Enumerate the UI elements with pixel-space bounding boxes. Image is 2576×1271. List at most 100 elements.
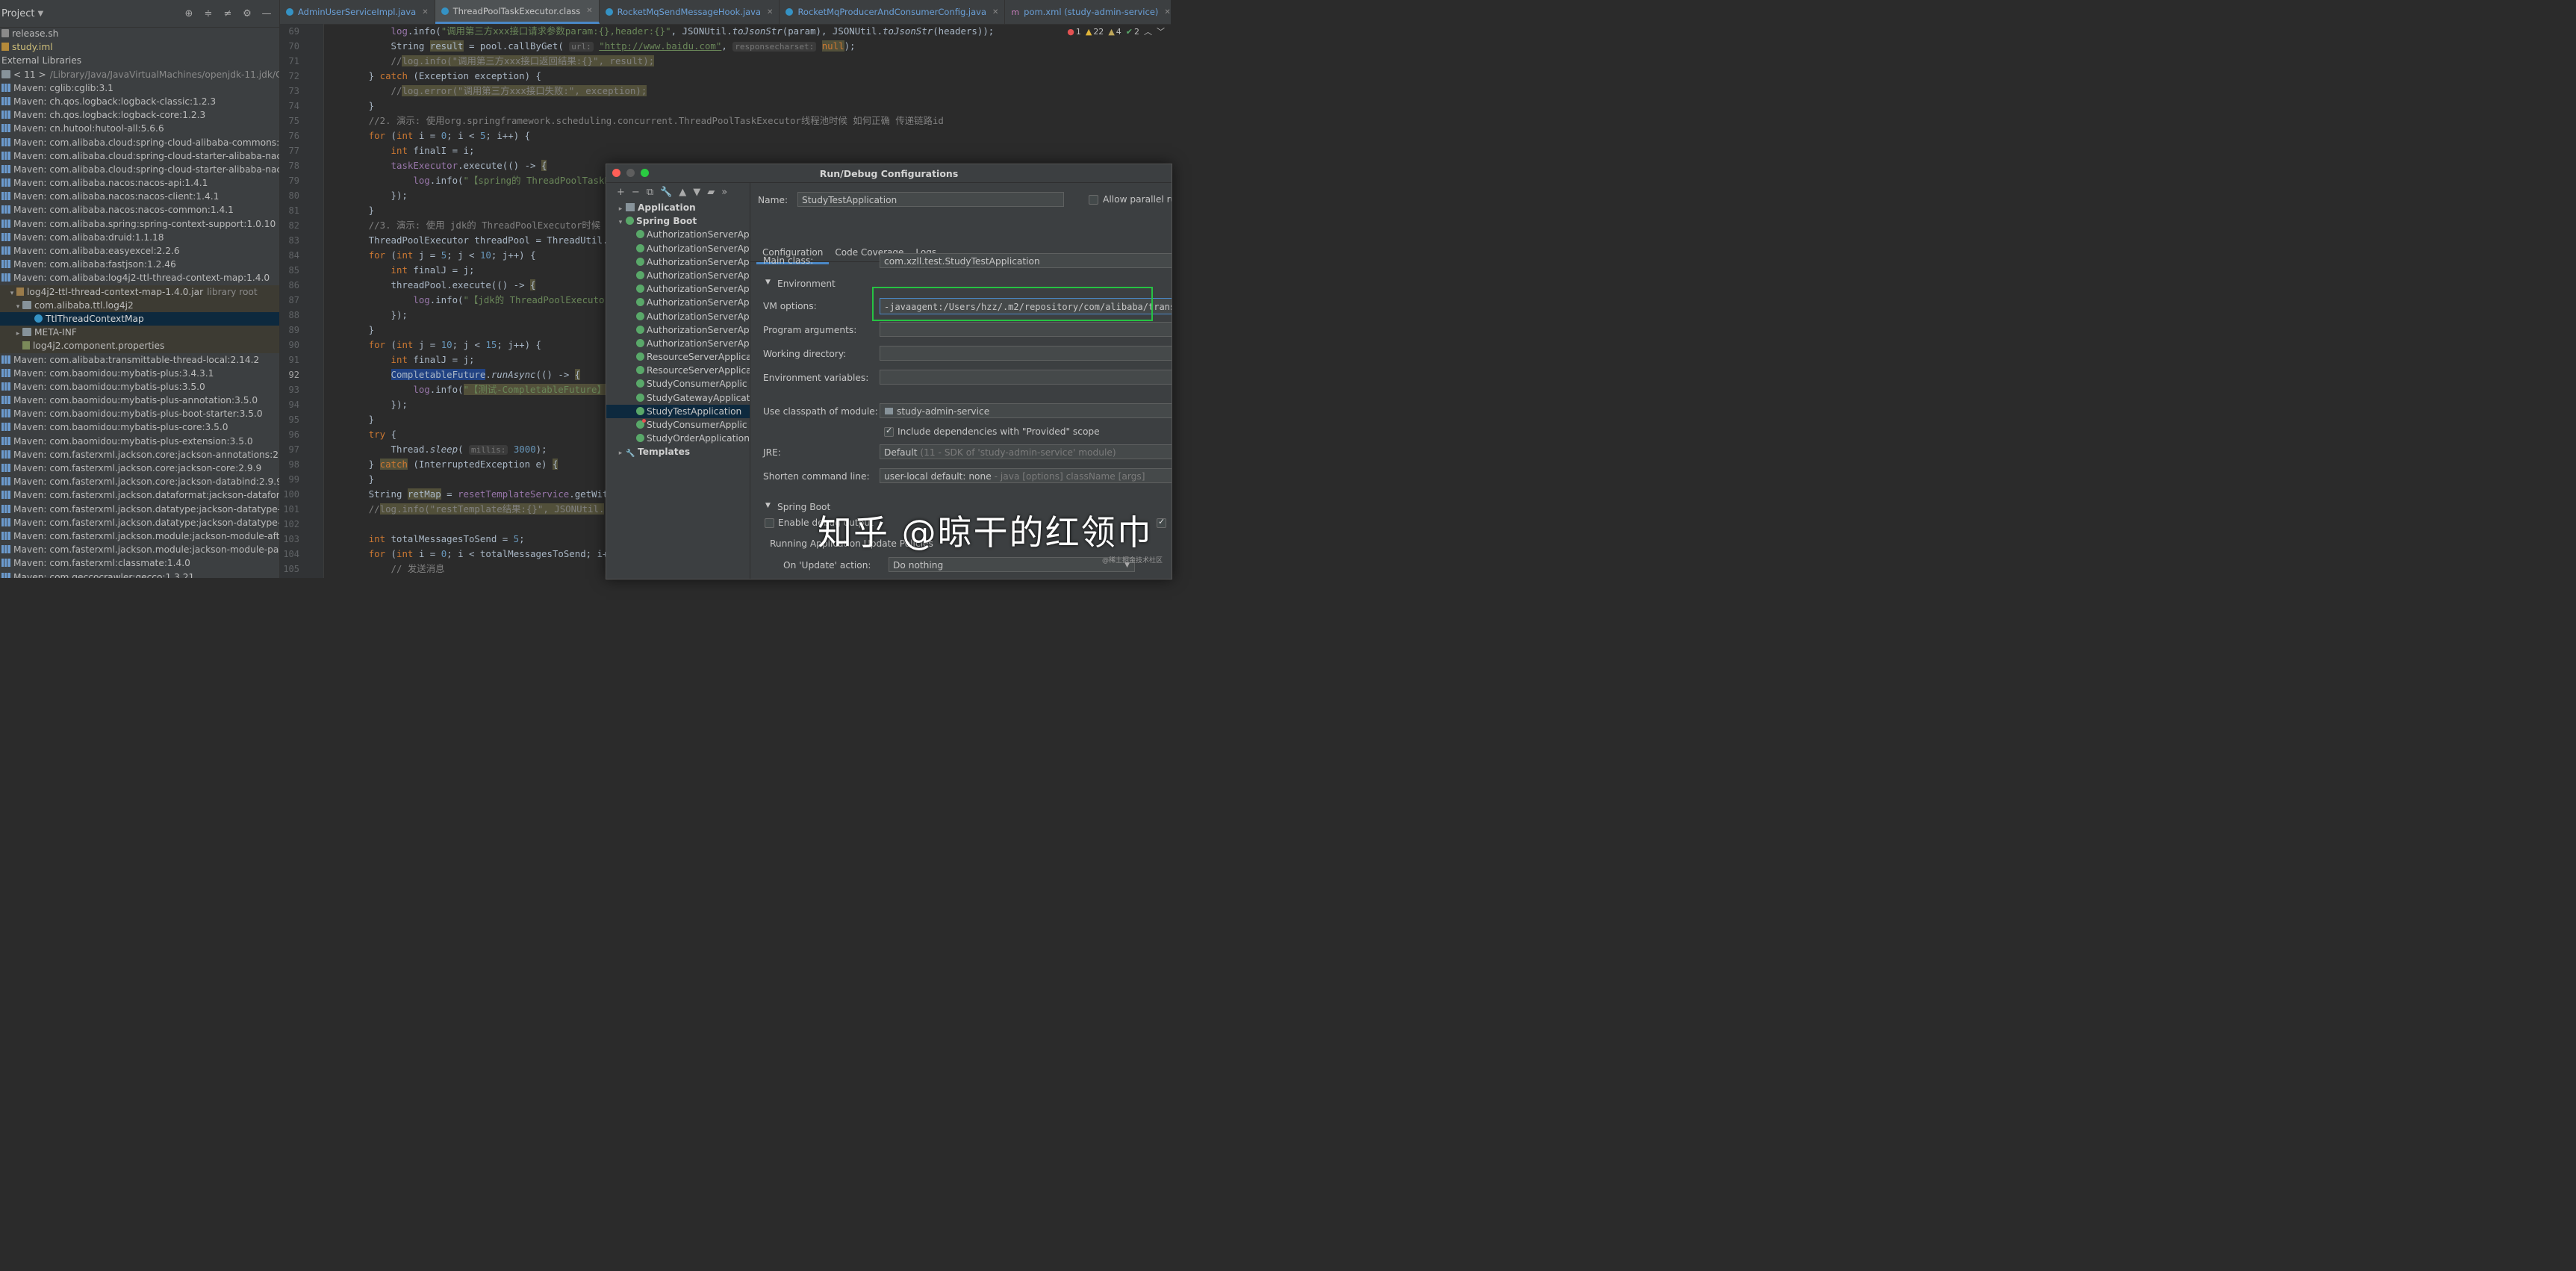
tree-item[interactable]: Maven: com.baomidou:mybatis-plus-boot-st… (0, 407, 279, 420)
launch-optimization-checkbox[interactable] (1157, 517, 1166, 528)
code-line[interactable]: ThreadPoolExecutor threadPool = ThreadUt… (324, 233, 609, 248)
run-config-item[interactable]: AuthorizationServerAp (606, 255, 750, 269)
code-line[interactable]: taskExecutor.execute(() -> { (324, 158, 547, 173)
tree-item[interactable]: Maven: com.fasterxml.jackson.datatype:ja… (0, 503, 279, 516)
tree-item[interactable]: Maven: com.geccocrawler:gecco:1.3.21 (0, 571, 279, 578)
code-line[interactable]: for (int i = 0; i < totalMessagesToSend;… (324, 547, 614, 562)
code-line[interactable]: //log.info("调用第三方xxx接口返回结果:{}", result); (324, 54, 655, 69)
zoom-window-button[interactable] (641, 169, 649, 177)
run-config-item[interactable]: AuthorizationServerAp (606, 269, 750, 282)
tree-item[interactable]: Maven: com.fasterxml.jackson.core:jackso… (0, 475, 279, 488)
tree-item[interactable]: Maven: com.baomidou:mybatis-plus-annotat… (0, 394, 279, 407)
folder-icon[interactable]: ▰ (707, 187, 715, 198)
code-line[interactable]: for (int i = 0; i < 5; i++) { (324, 128, 530, 143)
code-line[interactable]: } (324, 412, 374, 427)
wrench-icon[interactable]: 🔧 (660, 187, 672, 198)
include-deps-checkbox[interactable] (884, 426, 894, 437)
classpath-select[interactable]: study-admin-service (880, 403, 1172, 418)
code-line[interactable]: }); (324, 308, 408, 323)
run-config-item[interactable]: StudyConsumerApplic (606, 418, 750, 432)
code-line[interactable]: String retMap = resetTemplateService.get… (324, 487, 608, 502)
run-config-item[interactable]: AuthorizationServerAp (606, 310, 750, 323)
move-down-icon[interactable]: ▼ (693, 187, 700, 198)
allow-parallel-checkbox[interactable] (1089, 195, 1098, 205)
tree-item[interactable]: ▸ META-INF (0, 326, 279, 340)
run-config-group[interactable]: ▾ Spring Boot (606, 214, 750, 228)
code-line[interactable]: for (int j = 5; j < 10; j++) { (324, 248, 536, 263)
run-config-item[interactable]: StudyTestApplication (606, 404, 750, 418)
tree-item[interactable]: Maven: com.baomidou:mybatis-plus-extensi… (0, 435, 279, 448)
error-count[interactable]: 1 (1067, 27, 1081, 37)
chevron-right-icon[interactable]: ▸ (615, 447, 626, 459)
tree-item[interactable]: log4j2.component.properties (0, 339, 279, 353)
editor-tab[interactable]: AdminUserServiceImpl.java ✕ (280, 0, 435, 24)
tree-item[interactable]: Maven: com.alibaba:druid:1.1.18 (0, 231, 279, 244)
code-line[interactable]: } (324, 203, 374, 218)
copy-icon[interactable]: ⧉ (647, 187, 653, 198)
locate-icon[interactable]: ⊕ (182, 7, 196, 20)
code-line[interactable]: CompletableFuture.runAsync(() -> { (324, 367, 581, 382)
run-config-item[interactable]: StudyOrderApplication (606, 432, 750, 445)
run-config-item[interactable]: StudyConsumerApplic (606, 377, 750, 391)
code-line[interactable]: } (324, 323, 374, 338)
chevron-down-icon[interactable]: ▼ (37, 10, 43, 18)
tree-item[interactable]: Maven: com.baomidou:mybatis-plus:3.5.0 (0, 380, 279, 394)
code-line[interactable]: log.info("【jdk的 ThreadPoolExecutor】" (324, 293, 624, 308)
run-config-item[interactable]: ResourceServerApplica (606, 364, 750, 377)
tree-item[interactable]: Maven: com.fasterxml.jackson.core:jackso… (0, 462, 279, 475)
vm-options-field[interactable]: -javaagent:/Users/hzz/.m2/repository/com… (880, 298, 1172, 314)
run-config-item[interactable]: StudyGatewayApplicat (606, 391, 750, 405)
tree-item[interactable]: Maven: com.baomidou:mybatis-plus-core:3.… (0, 420, 279, 434)
environment-variables-field[interactable] (880, 370, 1172, 385)
close-icon[interactable]: ✕ (586, 7, 592, 15)
code-line[interactable]: int totalMessagesToSend = 5; (324, 532, 525, 547)
close-icon[interactable]: ✕ (767, 8, 773, 16)
on-update-select[interactable]: Do nothing ▼ (889, 557, 1135, 572)
shorten-command-select[interactable]: user-local default: none - java [options… (880, 468, 1172, 483)
tree-item[interactable]: ▾ com.alibaba.ttl.log4j2 (0, 298, 279, 312)
editor-tab[interactable]: RocketMqProducerAndConsumerConfig.java ✕ (780, 0, 1006, 24)
program-arguments-field[interactable] (880, 322, 1172, 337)
tree-item[interactable]: study.iml (0, 40, 279, 54)
tree-item[interactable]: Maven: com.fasterxml.jackson.module:jack… (0, 529, 279, 543)
tree-item[interactable]: Maven: cglib:cglib:3.1 (0, 81, 279, 95)
tree-item[interactable]: Maven: com.fasterxml.jackson.module:jack… (0, 543, 279, 556)
code-line[interactable]: try { (324, 427, 396, 442)
run-config-item[interactable]: AuthorizationServerAp (606, 282, 750, 296)
close-icon[interactable]: ✕ (992, 8, 998, 16)
gear-icon[interactable]: ⚙ (240, 7, 254, 20)
code-line[interactable]: //log.info("restTemplate结果:{}", JSONUtil… (324, 502, 605, 517)
more-icon[interactable]: » (721, 187, 727, 198)
tree-item[interactable]: Maven: com.alibaba.nacos:nacos-api:1.4.1 (0, 176, 279, 190)
code-line[interactable]: //log.error("调用第三方xxx接口失败:", exception); (324, 84, 647, 99)
code-line[interactable]: //2. 演示: 使用org.springframework.schedulin… (324, 114, 944, 128)
expand-all-icon[interactable]: ≑ (202, 7, 215, 20)
tree-item[interactable]: release.sh (0, 27, 279, 40)
editor-tab[interactable]: m pom.xml (study-admin-service) ✕ (1005, 0, 1171, 24)
warning-count[interactable]: 22 (1086, 27, 1104, 37)
code-line[interactable]: }); (324, 188, 408, 203)
tree-item[interactable]: Maven: ch.qos.logback:logback-core:1.2.3 (0, 108, 279, 122)
inspection-widget[interactable]: 1 22 4 2 ︿ ﹀ (1067, 25, 1165, 37)
collapse-all-icon[interactable]: ≠ (221, 7, 234, 20)
tree-item[interactable]: Maven: com.alibaba.cloud:spring-cloud-st… (0, 163, 279, 176)
tree-item[interactable]: Maven: com.baomidou:mybatis-plus:3.4.3.1 (0, 367, 279, 380)
code-line[interactable]: } (324, 472, 374, 487)
tree-item[interactable]: Maven: com.fasterxml.jackson.dataformat:… (0, 488, 279, 502)
move-up-icon[interactable]: ▲ (679, 187, 686, 198)
chevron-up-icon[interactable]: ︿ (1144, 25, 1152, 37)
run-config-item[interactable]: AuthorizationServerAp (606, 337, 750, 350)
chevron-down-icon[interactable]: ▾ (615, 216, 626, 228)
main-class-field[interactable]: com.xzll.test.StudyTestApplication (880, 253, 1172, 268)
tree-item[interactable]: Maven: com.alibaba.nacos:nacos-common:1.… (0, 203, 279, 217)
close-icon[interactable]: ✕ (1164, 8, 1170, 16)
code-line[interactable]: int finalJ = j; (324, 263, 475, 278)
code-line[interactable]: // 发送消息 (324, 562, 445, 577)
code-line[interactable]: log.info("【测试-CompletableFuture】" (324, 382, 612, 397)
chevron-right-icon[interactable]: ▸ (615, 202, 626, 214)
tree-item[interactable]: TtlThreadContextMap (0, 311, 279, 326)
editor-tab[interactable]: RocketMqSendMessageHook.java ✕ (600, 0, 780, 24)
project-title[interactable]: Project (1, 8, 34, 19)
ok-count[interactable]: 2 (1126, 27, 1139, 37)
tree-item[interactable]: Maven: com.alibaba:transmittable-thread-… (0, 353, 279, 367)
